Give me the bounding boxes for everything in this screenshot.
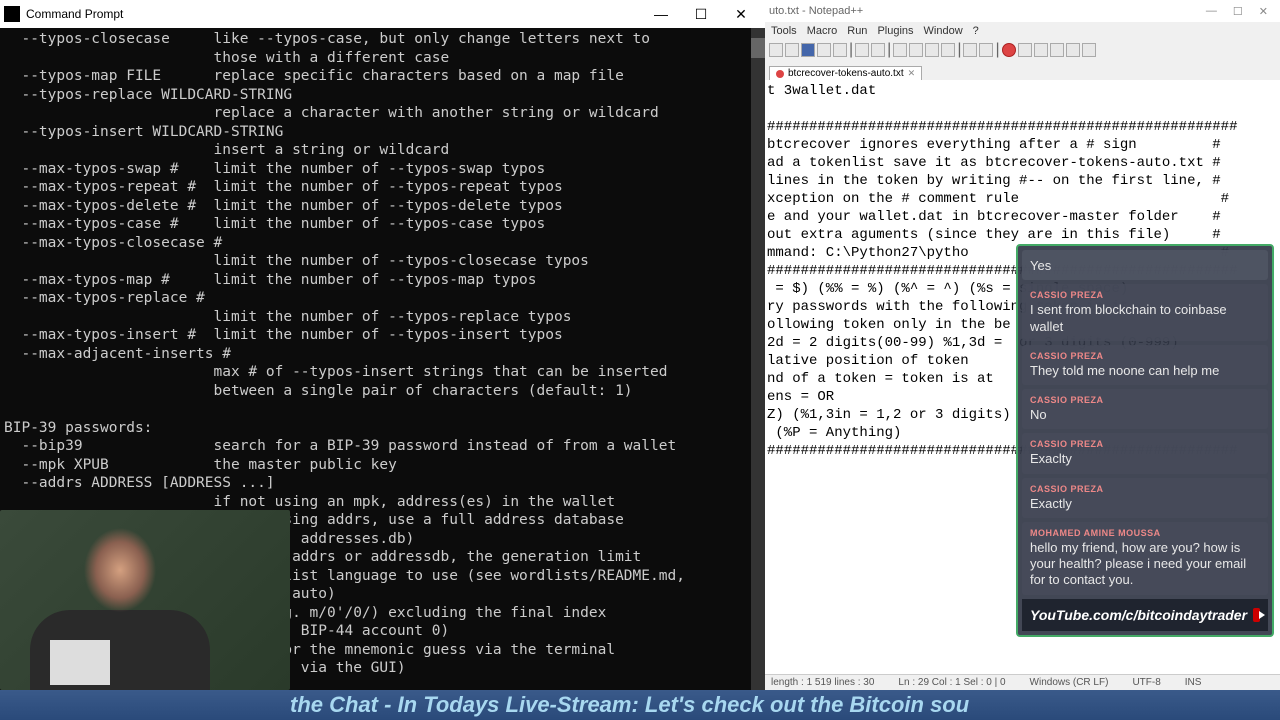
chat-author: CASSIO PREZA (1030, 484, 1260, 494)
minimize-button[interactable]: — (641, 0, 681, 28)
file-tab[interactable]: btcrecover-tokens-auto.txt ✕ (769, 66, 922, 80)
chat-message: CASSIO PREZA Exaclty (1022, 433, 1268, 473)
status-enc: UTF-8 (1132, 677, 1160, 688)
toolbar-button[interactable] (963, 43, 977, 57)
menu-item[interactable]: Plugins (877, 25, 913, 37)
chat-message: Yes (1022, 250, 1268, 280)
npp-title: uto.txt - Notepad++ (769, 5, 1206, 17)
menu-item[interactable]: Macro (807, 25, 838, 37)
close-button[interactable]: ✕ (721, 0, 761, 28)
chat-message: CASSIO PREZA I sent from blockchain to co… (1022, 284, 1268, 341)
chat-author: CASSIO PREZA (1030, 439, 1260, 449)
chat-text: Exactly (1030, 496, 1260, 512)
chat-author: CASSIO PREZA (1030, 290, 1260, 300)
npp-maximize-button[interactable]: ☐ (1233, 5, 1243, 18)
chat-message: MOHAMED AMINE MOUSSA hello my friend, how… (1022, 522, 1268, 595)
toolbar-button[interactable] (1034, 43, 1048, 57)
toolbar-button[interactable] (979, 43, 993, 57)
chat-message: CASSIO PREZA They told me noone can help … (1022, 345, 1268, 385)
chat-message: CASSIO PREZA No (1022, 389, 1268, 429)
npp-toolbar: | | | | (765, 40, 1280, 60)
chat-message: CASSIO PREZA Exactly (1022, 478, 1268, 518)
chat-text: Yes (1030, 258, 1260, 274)
menu-item[interactable]: Run (847, 25, 867, 37)
youtube-banner[interactable]: YouTube.com/c/bitcoindaytrader (1022, 599, 1268, 631)
chat-author: MOHAMED AMINE MOUSSA (1030, 528, 1260, 538)
chat-text: Exaclty (1030, 451, 1260, 467)
toolbar-button[interactable] (855, 43, 869, 57)
menu-item[interactable]: Window (924, 25, 963, 37)
cmd-icon (4, 6, 20, 22)
modified-icon (776, 70, 784, 78)
menu-item[interactable]: ? (973, 25, 979, 37)
toolbar-button[interactable] (801, 43, 815, 57)
npp-close-button[interactable]: ✕ (1259, 5, 1268, 18)
news-ticker: the Chat - In Todays Live-Stream: Let's … (0, 690, 1280, 720)
chat-text: hello my friend, how are you? how is you… (1030, 540, 1260, 589)
status-length: length : 1 519 lines : 30 (771, 677, 874, 688)
npp-tabs: btcrecover-tokens-auto.txt ✕ (765, 60, 1280, 80)
ticker-text: the Chat - In Todays Live-Stream: Let's … (0, 692, 969, 718)
cmd-scrollbar[interactable] (751, 28, 765, 690)
npp-minimize-button[interactable]: — (1206, 5, 1217, 18)
youtube-icon (1253, 608, 1260, 622)
toolbar-button[interactable] (817, 43, 831, 57)
chat-text: They told me noone can help me (1030, 363, 1260, 379)
status-pos: Ln : 29 Col : 1 Sel : 0 | 0 (898, 677, 1005, 688)
cmd-title: Command Prompt (26, 7, 641, 21)
chat-author: CASSIO PREZA (1030, 395, 1260, 405)
npp-menubar: Tools Macro Run Plugins Window? (765, 22, 1280, 40)
chat-text: No (1030, 407, 1260, 423)
status-eol: Windows (CR LF) (1030, 677, 1109, 688)
tab-close-icon[interactable]: ✕ (908, 68, 916, 79)
npp-statusbar: length : 1 519 lines : 30 Ln : 29 Col : … (765, 674, 1280, 690)
npp-titlebar[interactable]: uto.txt - Notepad++ — ☐ ✕ (765, 0, 1280, 22)
maximize-button[interactable]: ☐ (681, 0, 721, 28)
toolbar-button[interactable] (1066, 43, 1080, 57)
menu-item[interactable]: Tools (771, 25, 797, 37)
toolbar-button[interactable] (893, 43, 907, 57)
toolbar-button[interactable] (925, 43, 939, 57)
status-mode: INS (1185, 677, 1202, 688)
record-icon[interactable] (1002, 43, 1016, 57)
toolbar-button[interactable] (1050, 43, 1064, 57)
toolbar-button[interactable] (833, 43, 847, 57)
toolbar-button[interactable] (1018, 43, 1032, 57)
toolbar-button[interactable] (769, 43, 783, 57)
toolbar-button[interactable] (941, 43, 955, 57)
cmd-titlebar[interactable]: Command Prompt — ☐ ✕ (0, 0, 765, 28)
chat-text: I sent from blockchain to coinbase walle… (1030, 302, 1260, 335)
toolbar-button[interactable] (785, 43, 799, 57)
toolbar-button[interactable] (871, 43, 885, 57)
cmd-scrollbar-thumb[interactable] (751, 38, 765, 58)
webcam-feed (0, 510, 290, 690)
chat-author: CASSIO PREZA (1030, 351, 1260, 361)
tab-label: btcrecover-tokens-auto.txt (788, 68, 904, 79)
toolbar-button[interactable] (1082, 43, 1096, 57)
chat-overlay: Yes CASSIO PREZA I sent from blockchain to… (1016, 244, 1274, 637)
youtube-link-text: YouTube.com/c/bitcoindaytrader (1030, 607, 1247, 623)
toolbar-button[interactable] (909, 43, 923, 57)
